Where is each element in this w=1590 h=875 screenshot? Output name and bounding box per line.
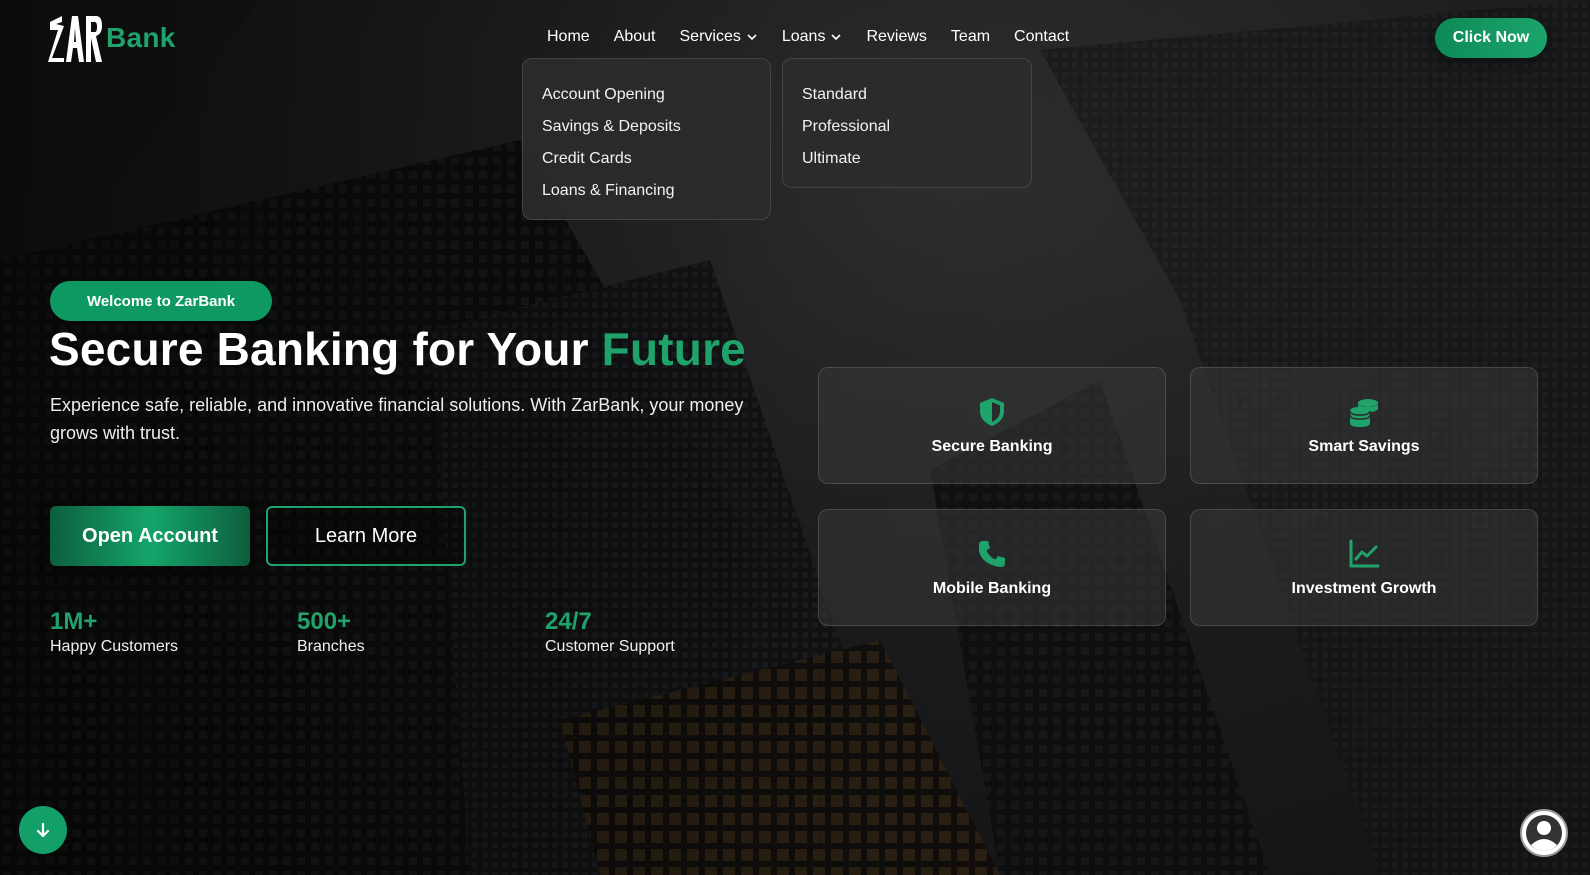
chevron-down-icon [747,34,757,41]
services-dropdown: Account Opening Savings & Deposits Credi… [522,58,771,220]
stat-label: Branches [297,638,365,655]
brand-name: Bank [106,22,176,53]
menu-item-standard[interactable]: Standard [802,79,1012,111]
feature-card-secure-banking[interactable]: Secure Banking [818,367,1166,484]
nav-label: Services [679,28,741,45]
menu-item-account-opening[interactable]: Account Opening [542,79,751,111]
hero-title-accent: Future [601,323,746,375]
shield-icon [980,397,1004,426]
hero-title: Secure Banking for Your Future [49,322,746,376]
learn-more-button[interactable]: Learn More [266,506,466,566]
stat-support: 24/7 Customer Support [545,608,675,656]
stat-customers: 1M+ Happy Customers [50,608,178,656]
nav-label: Contact [1014,28,1070,45]
feature-title: Secure Banking [931,437,1053,455]
nav-services[interactable]: Services [680,28,758,46]
hero-subtitle: Experience safe, reliable, and innovativ… [50,395,744,443]
scroll-down-button[interactable] [19,806,67,854]
nav-label: Team [950,28,991,45]
feature-title: Mobile Banking [932,579,1052,597]
stat-value: 500+ [297,608,352,635]
coins-icon [1349,398,1379,427]
menu-item-credit-cards[interactable]: Credit Cards [542,143,751,175]
nav-label: Home [547,28,590,45]
welcome-badge: Welcome to ZarBank [50,281,272,321]
zar-logo-icon [48,16,102,62]
click-now-button[interactable]: Click Now [1435,18,1547,58]
hero-title-main: Secure Banking for Your [49,323,602,375]
nav-label: About [613,28,656,45]
nav-reviews[interactable]: Reviews [866,28,926,46]
nav-team[interactable]: Team [951,28,990,46]
menu-item-professional[interactable]: Professional [802,111,1012,143]
stat-value: 1M+ [50,608,98,635]
open-account-button[interactable]: Open Account [50,506,250,566]
feature-title: Investment Growth [1291,579,1437,597]
nav-label: Reviews [866,28,927,45]
stat-label: Happy Customers [50,638,179,655]
user-avatar-button[interactable] [1520,809,1568,857]
menu-item-savings-deposits[interactable]: Savings & Deposits [542,111,751,143]
arrow-down-icon [36,822,50,838]
nav-about[interactable]: About [614,28,656,46]
phone-icon [978,540,1005,567]
menu-item-loans-financing[interactable]: Loans & Financing [542,175,751,207]
brand-logo[interactable]: Bank [46,12,176,64]
nav-label: Loans [781,28,826,45]
nav-contact[interactable]: Contact [1014,28,1069,46]
feature-card-mobile-banking[interactable]: Mobile Banking [818,509,1166,626]
stat-label: Customer Support [545,638,675,655]
feature-card-smart-savings[interactable]: Smart Savings [1190,367,1538,484]
nav-home[interactable]: Home [547,28,590,46]
loans-dropdown: Standard Professional Ultimate [782,58,1032,188]
nav-loans[interactable]: Loans [782,28,843,46]
feature-title: Smart Savings [1308,437,1420,455]
menu-item-ultimate[interactable]: Ultimate [802,143,1012,175]
chevron-down-icon [831,34,842,41]
chart-line-icon [1349,539,1380,567]
user-icon [1523,812,1565,854]
stat-branches: 500+ Branches [297,608,365,656]
feature-card-investment-growth[interactable]: Investment Growth [1190,509,1538,626]
stat-value: 24/7 [545,608,592,635]
main-nav: Home About Services Loans Reviews Team C… [547,28,1069,46]
